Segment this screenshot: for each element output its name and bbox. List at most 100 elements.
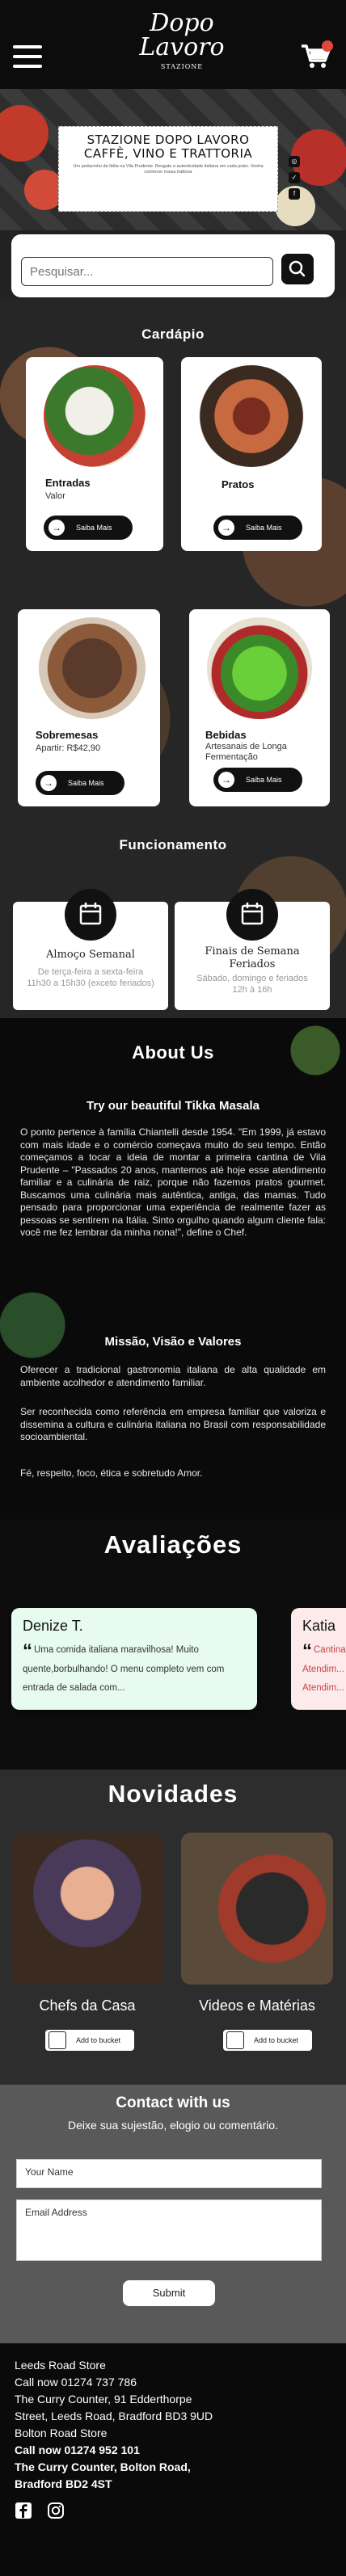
hamburger-icon[interactable] xyxy=(13,45,42,68)
hours-card-text: De terça-feira a sexta-feira 11h30 a 15h… xyxy=(27,967,154,988)
review-text-wrap: “Uma comida italiana maravilhosa! Muito … xyxy=(23,1641,246,1698)
mission-title: Missão, Visão e Valores xyxy=(104,1335,242,1349)
saiba-mais-button[interactable]: → Saiba Mais xyxy=(213,768,302,792)
search-input[interactable] xyxy=(21,257,273,286)
name-field[interactable]: Your Name xyxy=(16,2159,322,2188)
vision-text: Ser reconhecida como referência em empre… xyxy=(20,1406,326,1442)
cart-badge xyxy=(322,40,333,52)
about-title: About Us xyxy=(132,1042,214,1063)
hero-banner: STAZIONE DOPO LAVORO CAFFÈ, VINO E TRATT… xyxy=(0,89,346,230)
review-card[interactable]: Denize T. “Uma comida italiana maravilho… xyxy=(11,1608,257,1710)
twitter-icon[interactable]: ✓ xyxy=(289,172,300,183)
hours-card-title: Finais de Semana Feriados xyxy=(205,945,300,970)
reviews-section: Avaliações Denize T. “Uma comida italian… xyxy=(0,1519,346,1770)
footer-line[interactable]: Call now 01274 952 101 xyxy=(15,2443,140,2457)
mission-text: Oferecer a tradicional gastronomia itali… xyxy=(20,1364,326,1388)
add-to-bucket-button[interactable]: Add to bucket xyxy=(223,2030,312,2051)
menu-title: Cardápio xyxy=(141,326,205,342)
review-name: Denize T. xyxy=(23,1618,83,1634)
cart-icon[interactable] xyxy=(301,40,333,69)
saiba-mais-button[interactable]: → Saiba Mais xyxy=(213,516,302,540)
hero-card: STAZIONE DOPO LAVORO CAFFÈ, VINO E TRATT… xyxy=(58,126,300,212)
checkbox[interactable] xyxy=(226,2031,244,2049)
site-header: Dopo Lavoro STAZIONE xyxy=(0,0,346,89)
review-text: Uma comida italiana maravilhosa! Muito q… xyxy=(23,1645,225,1693)
instagram-icon[interactable] xyxy=(47,2502,65,2519)
news-section: Novidades Chefs da Casa Videos e Matéria… xyxy=(0,1770,346,2085)
email-field[interactable]: Email Address xyxy=(16,2199,322,2261)
menu-item-name: Pratos xyxy=(222,478,255,490)
review-card[interactable]: Katia “Cantina... Atendim... Atendim... xyxy=(291,1608,346,1710)
menu-item-desc: Artesanais de Longa Fermentação xyxy=(205,742,287,762)
pratos-image xyxy=(199,365,304,467)
logo-line3: STAZIONE xyxy=(160,63,204,70)
search-icon xyxy=(289,260,306,277)
footer-line: Bradford BD2 4ST xyxy=(15,2477,112,2490)
menu-item-name: Entradas xyxy=(45,477,91,489)
footer-line[interactable]: Call now 01274 737 786 xyxy=(15,2375,137,2389)
chef-photo[interactable] xyxy=(11,1833,163,1985)
saiba-mais-button[interactable]: → Saiba Mais xyxy=(36,771,124,795)
news-caption: Chefs da Casa xyxy=(39,1997,136,2014)
logo-line2: Lavoro xyxy=(139,33,225,61)
button-label: Saiba Mais xyxy=(76,524,112,532)
footer-line: The Curry Counter, Bolton Road, xyxy=(15,2460,191,2473)
hours-card-weekday: Almoço Semanal De terça-feira a sexta-fe… xyxy=(13,889,168,1010)
contact-subtitle: Deixe sua sujestão, elogio ou comentário… xyxy=(68,2119,278,2132)
review-text-wrap: “Cantina... Atendim... Atendim... xyxy=(302,1641,346,1698)
menu-item-name: Sobremesas xyxy=(36,729,99,741)
add-to-bucket-button[interactable]: Add to bucket xyxy=(45,2030,134,2051)
bucket-label: Add to bucket xyxy=(76,2036,121,2044)
contact-section: Contact with us Deixe sua sujestão, elog… xyxy=(0,2085,346,2343)
logo[interactable]: Dopo Lavoro STAZIONE xyxy=(137,9,226,71)
footer-line: Leeds Road Store xyxy=(15,2359,106,2372)
calendar-icon xyxy=(65,889,116,941)
review-name: Katia xyxy=(302,1618,336,1634)
menu-card-sobremesas: Sobremesas Apartir: R$42,90 → Saiba Mais xyxy=(18,609,160,806)
about-section: About Us Try our beautiful Tikka Masala … xyxy=(0,1018,346,1519)
facebook-icon[interactable] xyxy=(15,2502,32,2519)
arrow-right-icon: → xyxy=(218,520,234,536)
quote-icon: “ xyxy=(23,1640,32,1662)
menu-item-desc: Valor xyxy=(45,491,65,501)
news-caption: Videos e Matérias xyxy=(199,1997,315,2014)
reviews-title: Avaliações xyxy=(103,1530,243,1559)
menu-card-bebidas: Bebidas Artesanais de Longa Fermentação … xyxy=(189,609,330,806)
about-text: O ponto pertence à família Chiantelli de… xyxy=(20,1126,326,1238)
menu-section: Cardápio Entradas Valor → Saiba Mais Prat… xyxy=(0,299,346,1018)
about-subtitle: Try our beautiful Tikka Masala xyxy=(86,1099,260,1113)
footer-line: Street, Leeds Road, Bradford BD3 9UD xyxy=(15,2410,213,2422)
arrow-right-icon: → xyxy=(40,775,57,791)
checkbox[interactable] xyxy=(49,2031,66,2049)
button-label: Saiba Mais xyxy=(246,524,282,532)
menu-item-desc: Apartir: R$42,90 xyxy=(36,743,101,753)
search-button[interactable] xyxy=(281,254,314,284)
submit-button[interactable]: Submit xyxy=(123,2280,215,2306)
hero-title: STAZIONE DOPO LAVORO CAFFÈ, VINO E TRATT… xyxy=(83,133,253,161)
kitchen-photo[interactable] xyxy=(181,1833,333,1985)
hours-card-weekend: Finais de Semana Feriados Sábado, doming… xyxy=(175,889,330,1010)
search-bar xyxy=(11,234,335,297)
facebook-icon[interactable]: f xyxy=(289,188,300,200)
logo-line1: Dopo xyxy=(150,9,214,37)
hours-title: Funcionamento xyxy=(119,837,227,852)
news-title: Novidades xyxy=(108,1781,238,1808)
arrow-right-icon: → xyxy=(218,772,234,788)
site-footer: Leeds Road Store Call now 01274 737 786 … xyxy=(0,2343,346,2576)
button-label: Saiba Mais xyxy=(246,776,282,784)
footer-line: Bolton Road Store xyxy=(15,2427,108,2439)
bucket-label: Add to bucket xyxy=(254,2036,299,2044)
hours-card-title: Almoço Semanal xyxy=(46,949,135,961)
sobremesas-image xyxy=(39,617,146,719)
button-label: Saiba Mais xyxy=(68,779,104,787)
tomato-image xyxy=(0,105,49,162)
entradas-image xyxy=(44,365,146,467)
page: Dopo Lavoro STAZIONE STAZIONE DOPO LAVOR… xyxy=(0,0,346,2576)
footer-line: The Curry Counter, 91 Edderthorpe xyxy=(15,2393,192,2406)
quote-icon: “ xyxy=(302,1640,312,1662)
hero-social: ◎ ✓ f xyxy=(289,156,300,200)
saiba-mais-button[interactable]: → Saiba Mais xyxy=(44,516,133,540)
menu-item-name: Bebidas xyxy=(205,729,247,741)
values-text: Fé, respeito, foco, ética e sobretudo Am… xyxy=(20,1467,203,1479)
instagram-icon[interactable]: ◎ xyxy=(289,156,300,167)
